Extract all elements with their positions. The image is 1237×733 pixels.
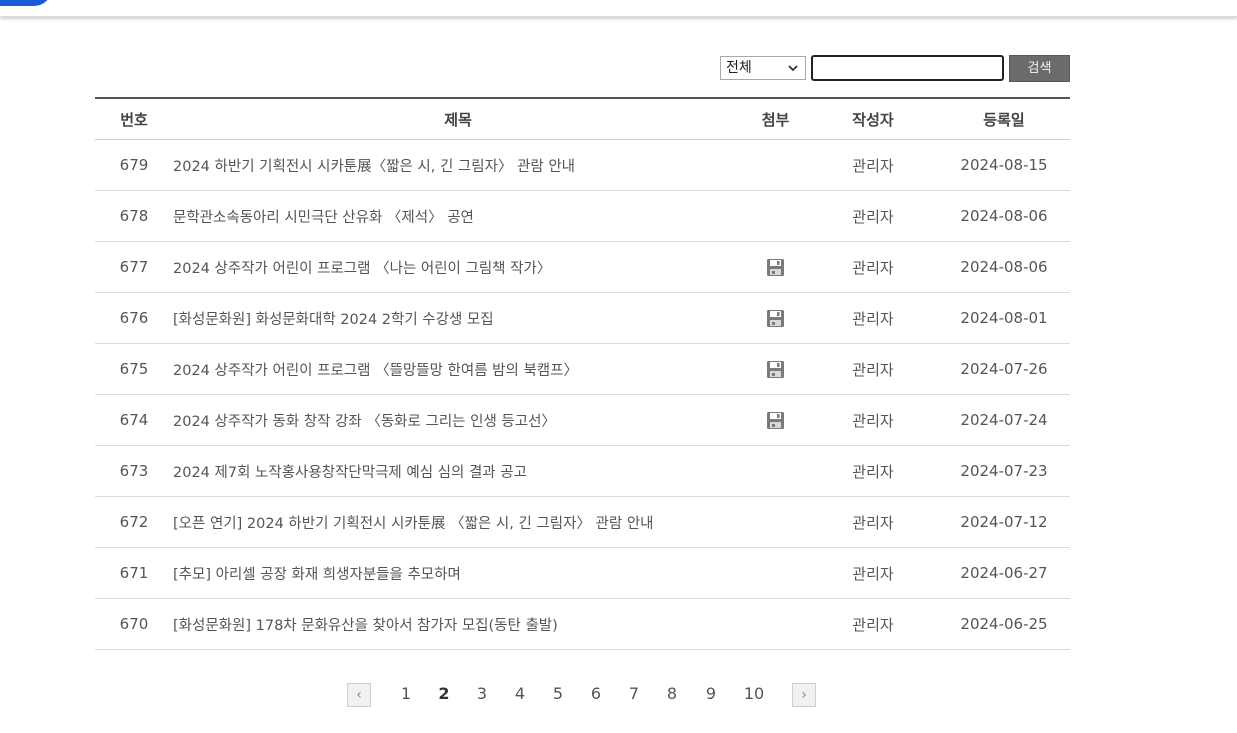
top-navigation-bar <box>0 0 1237 17</box>
search-scope-value: 전체 <box>726 60 752 76</box>
table-row[interactable]: 675 2024 상주작가 어린이 프로그램 〈뜰망뜰망 한여름 밤의 북캠프〉 관… <box>95 343 1070 395</box>
table-row[interactable]: 679 2024 하반기 기획전시 시카툰展〈짧은 시, 긴 그림자〉 관람 안내… <box>95 139 1070 191</box>
table-row[interactable]: 678 문학관소속동아리 시민극단 산유화 〈제석〉 공연 관리자 2024-08-0… <box>95 190 1070 242</box>
chevron-down-icon <box>787 59 799 84</box>
header-title: 제목 <box>173 98 743 140</box>
page-9[interactable]: 9 <box>699 682 723 706</box>
table-row[interactable]: 676 [화성문화원] 화성문화대학 2024 2학기 수강생 모집 관리자 2024… <box>95 292 1070 344</box>
next-page-button[interactable]: › <box>792 683 816 707</box>
table-row[interactable]: 674 2024 상주작가 동화 창작 강좌 〈동화로 그리는 인생 등고선〉 관리… <box>95 394 1070 446</box>
row-date: 2024-07-23 <box>938 445 1070 497</box>
row-title-link[interactable]: [화성문화원] 화성문화대학 2024 2학기 수강생 모집 <box>173 292 743 344</box>
row-date: 2024-07-26 <box>938 343 1070 395</box>
chevron-left-icon: ‹ <box>356 687 362 703</box>
header-attachment: 첨부 <box>743 98 808 140</box>
row-number: 678 <box>95 190 173 242</box>
row-author: 관리자 <box>808 292 938 344</box>
row-date: 2024-08-01 <box>938 292 1070 344</box>
chevron-right-icon: › <box>801 687 807 703</box>
row-title-link[interactable]: 2024 상주작가 동화 창작 강좌 〈동화로 그리는 인생 등고선〉 <box>173 394 743 446</box>
table-row[interactable]: 677 2024 상주작가 어린이 프로그램 〈나는 어린이 그림책 작가〉 관리자… <box>95 241 1070 293</box>
brand-accent <box>0 0 52 6</box>
row-author: 관리자 <box>808 547 938 599</box>
search-input[interactable] <box>811 55 1004 81</box>
row-title-link[interactable]: 2024 상주작가 어린이 프로그램 〈나는 어린이 그림책 작가〉 <box>173 241 743 293</box>
row-attachment <box>743 190 808 242</box>
page-8[interactable]: 8 <box>660 682 684 706</box>
row-author: 관리자 <box>808 343 938 395</box>
table-row[interactable]: 670 [화성문화원] 178차 문화유산을 찾아서 참가자 모집(동탄 출발) 관… <box>95 598 1070 650</box>
row-date: 2024-06-27 <box>938 547 1070 599</box>
row-number: 671 <box>95 547 173 599</box>
row-author: 관리자 <box>808 139 938 191</box>
table-header-row: 번호 제목 첨부 작성자 등록일 <box>95 98 1070 140</box>
table-row[interactable]: 672 [오픈 연기] 2024 하반기 기획전시 시카툰展 〈짧은 시, 긴 그… <box>95 496 1070 548</box>
row-date: 2024-08-06 <box>938 190 1070 242</box>
row-number: 676 <box>95 292 173 344</box>
prev-page-button[interactable]: ‹ <box>347 683 371 707</box>
page-4[interactable]: 4 <box>508 682 532 706</box>
row-number: 677 <box>95 241 173 293</box>
row-attachment[interactable] <box>743 241 808 293</box>
row-date: 2024-06-25 <box>938 598 1070 650</box>
row-author: 관리자 <box>808 496 938 548</box>
search-bar: 전체 검색 <box>720 54 1070 82</box>
row-author: 관리자 <box>808 190 938 242</box>
row-date: 2024-07-12 <box>938 496 1070 548</box>
row-author: 관리자 <box>808 598 938 650</box>
row-title-link[interactable]: [추모] 아리셀 공장 화재 희생자분들을 추모하며 <box>173 547 743 599</box>
page-3[interactable]: 3 <box>470 682 494 706</box>
table-row[interactable]: 671 [추모] 아리셀 공장 화재 희생자분들을 추모하며 관리자 2024-06-… <box>95 547 1070 599</box>
floppy-disk-icon[interactable] <box>766 411 785 429</box>
pagination: ‹ 1 2 3 4 5 6 7 8 9 10 › <box>0 682 1237 708</box>
page-5[interactable]: 5 <box>546 682 570 706</box>
page-2[interactable]: 2 <box>432 682 456 706</box>
row-attachment[interactable] <box>743 292 808 344</box>
row-date: 2024-08-06 <box>938 241 1070 293</box>
row-attachment[interactable] <box>743 343 808 395</box>
page-10[interactable]: 10 <box>742 682 766 706</box>
row-number: 675 <box>95 343 173 395</box>
page-1[interactable]: 1 <box>394 682 418 706</box>
page-7[interactable]: 7 <box>622 682 646 706</box>
floppy-disk-icon[interactable] <box>766 360 785 378</box>
floppy-disk-icon[interactable] <box>766 258 785 276</box>
row-number: 673 <box>95 445 173 497</box>
row-date: 2024-08-15 <box>938 139 1070 191</box>
row-number: 670 <box>95 598 173 650</box>
row-author: 관리자 <box>808 394 938 446</box>
row-number: 674 <box>95 394 173 446</box>
row-title-link[interactable]: 2024 하반기 기획전시 시카툰展〈짧은 시, 긴 그림자〉 관람 안내 <box>173 139 743 191</box>
row-title-link[interactable]: [오픈 연기] 2024 하반기 기획전시 시카툰展 〈짧은 시, 긴 그림자〉… <box>173 496 743 548</box>
row-number: 672 <box>95 496 173 548</box>
notice-table: 번호 제목 첨부 작성자 등록일 679 2024 하반기 기획전시 시카툰展〈짧… <box>95 97 1070 650</box>
floppy-disk-icon[interactable] <box>766 309 785 327</box>
search-scope-select[interactable]: 전체 <box>720 56 806 80</box>
header-author: 작성자 <box>808 98 938 140</box>
page-6[interactable]: 6 <box>584 682 608 706</box>
row-title-link[interactable]: 문학관소속동아리 시민극단 산유화 〈제석〉 공연 <box>173 190 743 242</box>
row-author: 관리자 <box>808 445 938 497</box>
row-title-link[interactable]: 2024 제7회 노작홍사용창작단막극제 예심 심의 결과 공고 <box>173 445 743 497</box>
header-date: 등록일 <box>938 98 1070 140</box>
table-row[interactable]: 673 2024 제7회 노작홍사용창작단막극제 예심 심의 결과 공고 관리자 20… <box>95 445 1070 497</box>
row-author: 관리자 <box>808 241 938 293</box>
row-attachment <box>743 496 808 548</box>
row-title-link[interactable]: [화성문화원] 178차 문화유산을 찾아서 참가자 모집(동탄 출발) <box>173 598 743 650</box>
row-attachment <box>743 547 808 599</box>
row-attachment <box>743 445 808 497</box>
row-attachment <box>743 598 808 650</box>
header-number: 번호 <box>95 98 173 140</box>
row-attachment[interactable] <box>743 394 808 446</box>
row-date: 2024-07-24 <box>938 394 1070 446</box>
row-title-link[interactable]: 2024 상주작가 어린이 프로그램 〈뜰망뜰망 한여름 밤의 북캠프〉 <box>173 343 743 395</box>
row-number: 679 <box>95 139 173 191</box>
row-attachment <box>743 139 808 191</box>
search-button[interactable]: 검색 <box>1009 54 1070 82</box>
